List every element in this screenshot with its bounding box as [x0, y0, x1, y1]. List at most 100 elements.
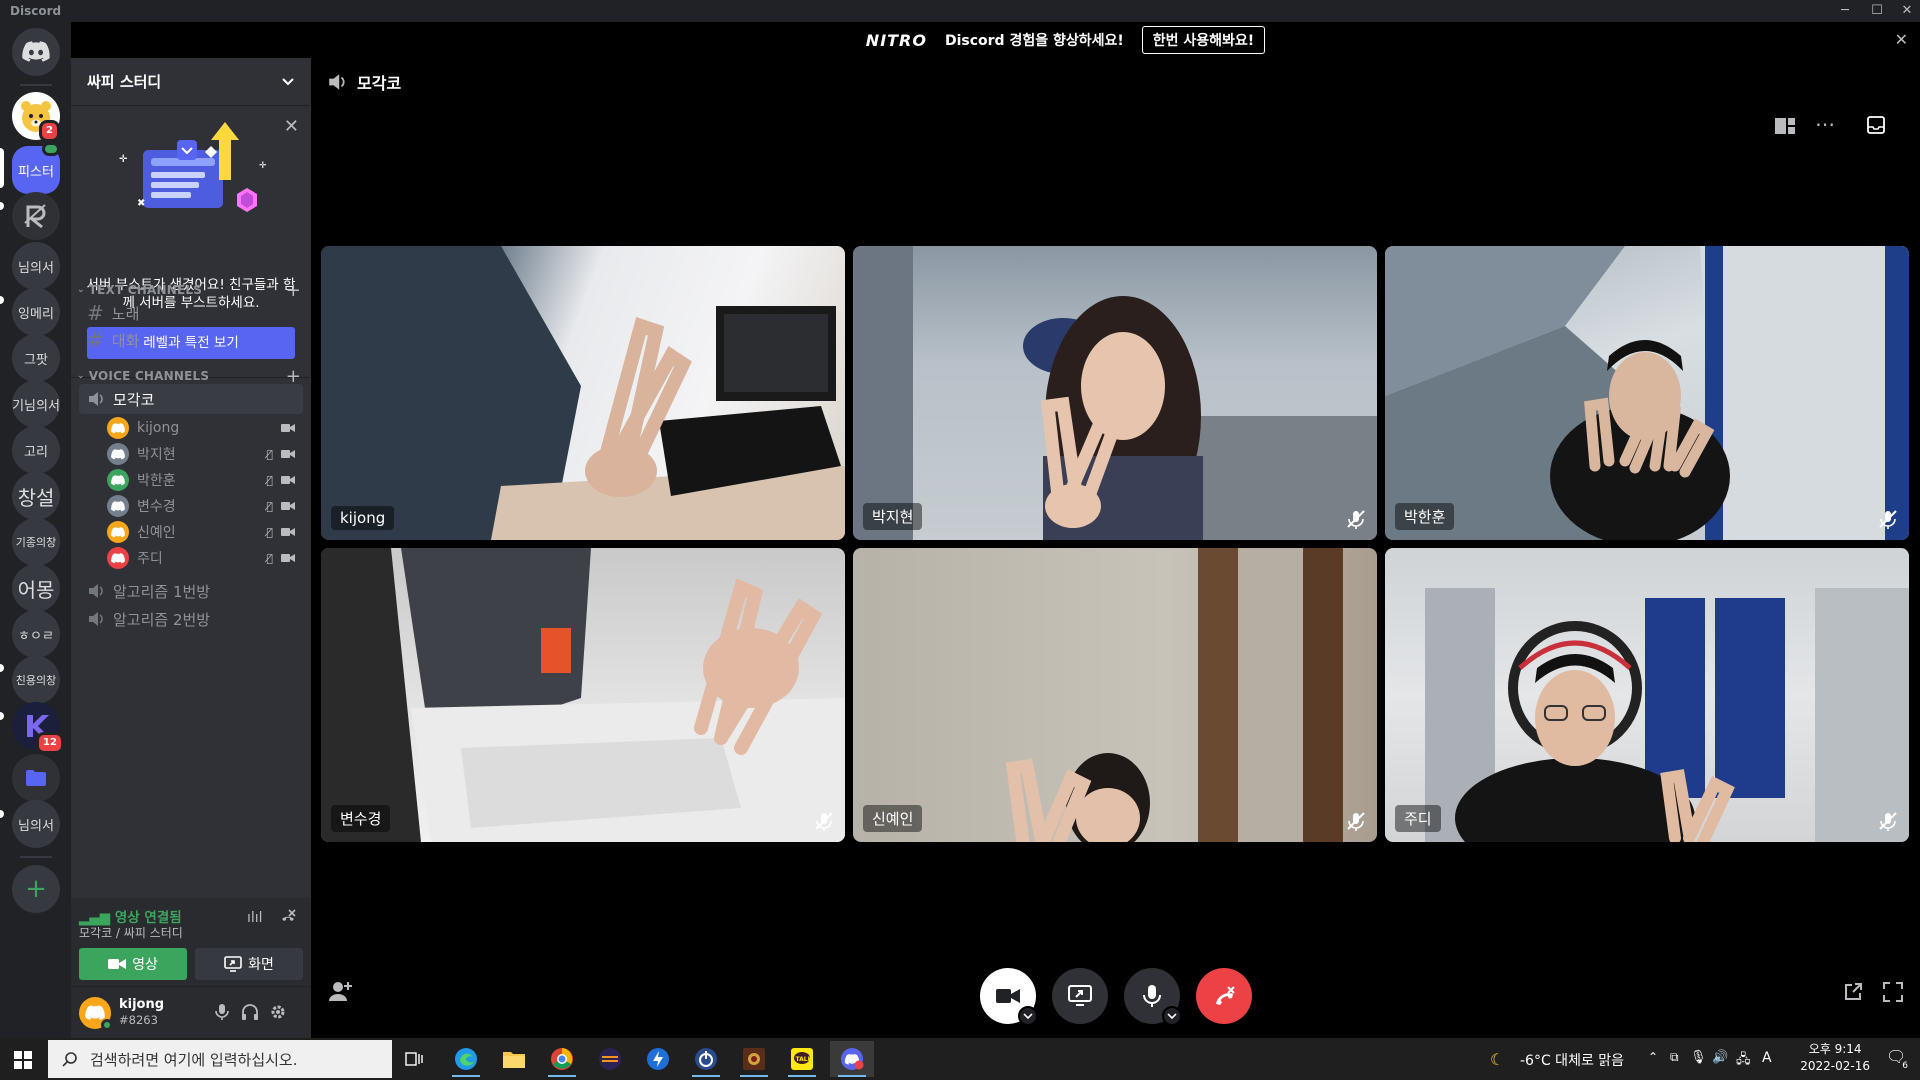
- headphones-icon[interactable]: [241, 1003, 259, 1021]
- server-item[interactable]: 님의서: [12, 242, 60, 290]
- server-label: 그팟: [24, 352, 48, 368]
- rail-divider: [20, 84, 52, 86]
- clock[interactable]: 오후 9:14 2022-02-16: [1800, 1041, 1870, 1075]
- voice-channel-item-active[interactable]: 모각코: [79, 384, 303, 414]
- voice-channels-category[interactable]: ⌄ VOICE CHANNELS +: [77, 366, 305, 387]
- network-icon[interactable]: 🖧: [1736, 1050, 1751, 1072]
- screen-share-button[interactable]: [1052, 968, 1108, 1024]
- chevron-down-icon[interactable]: [1018, 1006, 1038, 1026]
- close-window-button[interactable]: ✕: [1892, 2, 1920, 20]
- server-item[interactable]: 그팟: [12, 334, 60, 382]
- weather-moon-icon[interactable]: ☾: [1490, 1050, 1504, 1069]
- server-r-logo[interactable]: [12, 192, 60, 240]
- taskbar-kakaotalk[interactable]: TALK: [780, 1041, 824, 1077]
- server-label: 기님의서: [12, 398, 60, 414]
- windows-start-icon[interactable]: [14, 1051, 32, 1069]
- avatar: [107, 469, 129, 491]
- camera-toggle-button[interactable]: [980, 968, 1038, 1026]
- noise-suppression-icon[interactable]: ılıl: [247, 910, 263, 926]
- active-server-pill: [0, 148, 4, 188]
- grid-layout-icon[interactable]: [1775, 118, 1795, 134]
- minimize-button[interactable]: ─: [1830, 2, 1860, 20]
- voice-user-item[interactable]: 신예인 🎙̸: [107, 519, 303, 545]
- server-item[interactable]: 창설: [12, 472, 60, 520]
- nitro-banner: NITRO Discord 경험을 향상하세요! 한번 사용해봐요! ✕: [71, 22, 1920, 58]
- voice-channel-item[interactable]: 알고리즘 2번방: [79, 604, 303, 634]
- nitro-try-button[interactable]: 한번 사용해봐요!: [1141, 26, 1266, 54]
- gear-icon[interactable]: [269, 1003, 287, 1021]
- popout-icon[interactable]: [1843, 982, 1863, 1002]
- server-item[interactable]: 님의서: [12, 800, 60, 848]
- server-item[interactable]: 잉메리: [12, 288, 60, 336]
- taskbar-file-explorer[interactable]: [492, 1041, 536, 1077]
- microphone-icon[interactable]: [215, 1003, 229, 1021]
- weather-text[interactable]: -6°C 대체로 맑음: [1520, 1050, 1624, 1070]
- voice-user-item[interactable]: 변수경 🎙̸: [107, 493, 303, 519]
- server-item[interactable]: 친용의창: [12, 656, 60, 704]
- server-folder[interactable]: [12, 754, 60, 802]
- notification-center-button[interactable]: 🗨 6: [1886, 1047, 1910, 1071]
- text-channel-item[interactable]: # 대화: [79, 325, 303, 355]
- tray-app-icon[interactable]: ⧉: [1670, 1050, 1679, 1065]
- discord-home-button[interactable]: [12, 28, 60, 76]
- taskbar-app[interactable]: [684, 1041, 728, 1077]
- voice-channel-item[interactable]: 알고리즘 1번방: [79, 576, 303, 606]
- add-server-button[interactable]: +: [12, 865, 60, 913]
- avatar: [107, 547, 129, 569]
- add-person-icon[interactable]: [329, 980, 353, 1002]
- channel-label: 노래: [111, 304, 140, 323]
- taskbar-app[interactable]: [636, 1041, 680, 1077]
- folder-icon: [26, 770, 46, 786]
- text-channel-item[interactable]: # 노래: [79, 298, 303, 328]
- tray-expand-icon[interactable]: ⌃: [1648, 1050, 1658, 1064]
- server-label: 잉메리: [18, 306, 54, 322]
- voice-user-item[interactable]: 박한훈 🎙̸: [107, 467, 303, 493]
- close-icon[interactable]: ✕: [284, 116, 299, 137]
- participant-name-label: 박한훈: [1395, 503, 1455, 530]
- chevron-down-icon[interactable]: [1162, 1006, 1182, 1026]
- task-view-button[interactable]: [392, 1041, 436, 1077]
- video-tile[interactable]: 박한훈: [1385, 246, 1909, 540]
- guild-header[interactable]: 싸피 스터디: [71, 58, 311, 106]
- ime-indicator[interactable]: A: [1762, 1050, 1772, 1066]
- voice-user-item[interactable]: 박지현 🎙̸: [107, 441, 303, 467]
- video-toggle-button[interactable]: 영상: [79, 948, 187, 980]
- video-camera-icon: [281, 476, 295, 484]
- taskbar-discord[interactable]: [830, 1041, 874, 1077]
- taskbar-game[interactable]: [732, 1041, 776, 1077]
- text-channels-category[interactable]: ⌄ TEXT CHANNELS +: [77, 280, 305, 301]
- screen-share-button[interactable]: 화면: [195, 948, 303, 980]
- video-live-indicator: [42, 142, 60, 156]
- video-tile[interactable]: kijong: [321, 246, 845, 540]
- taskbar-chrome[interactable]: [540, 1041, 584, 1077]
- voice-user-item[interactable]: 주디 🎙̸: [107, 545, 303, 571]
- taskbar-eclipse[interactable]: [588, 1041, 632, 1077]
- server-item[interactable]: 기종의창: [12, 518, 60, 566]
- video-tile[interactable]: 박지현: [853, 246, 1377, 540]
- more-options-icon[interactable]: ⋯: [1815, 112, 1835, 136]
- volume-icon[interactable]: 🔊: [1712, 1050, 1728, 1065]
- microphone-toggle-button[interactable]: [1124, 968, 1182, 1026]
- server-item[interactable]: 고리: [12, 426, 60, 474]
- server-item[interactable]: ㅎㅇㄹ: [12, 610, 60, 658]
- avatar: [107, 443, 129, 465]
- video-tile[interactable]: 변수경: [321, 548, 845, 842]
- inbox-icon[interactable]: [1867, 116, 1885, 134]
- close-icon[interactable]: ✕: [1895, 30, 1908, 49]
- voice-user-item[interactable]: kijong: [107, 415, 303, 441]
- microphone-icon[interactable]: 🎙: [1690, 1050, 1707, 1065]
- maximize-button[interactable]: ☐: [1862, 2, 1892, 20]
- server-label: 기종의창: [15, 536, 57, 549]
- server-item[interactable]: 어몽: [12, 564, 60, 612]
- leave-call-button[interactable]: [1196, 968, 1252, 1024]
- taskbar-edge[interactable]: [444, 1041, 488, 1077]
- server-item[interactable]: 기님의서: [12, 380, 60, 428]
- taskbar-search-input[interactable]: 검색하려면 여기에 입력하십시오.: [48, 1040, 392, 1078]
- video-tile[interactable]: 신예인: [853, 548, 1377, 842]
- video-tile[interactable]: 주디: [1385, 548, 1909, 842]
- unread-pill: [0, 296, 4, 304]
- disconnect-icon[interactable]: [279, 908, 297, 926]
- fullscreen-icon[interactable]: [1883, 982, 1903, 1002]
- connection-location[interactable]: 모각코 / 싸피 스터디: [79, 924, 183, 941]
- avatar: [107, 495, 129, 517]
